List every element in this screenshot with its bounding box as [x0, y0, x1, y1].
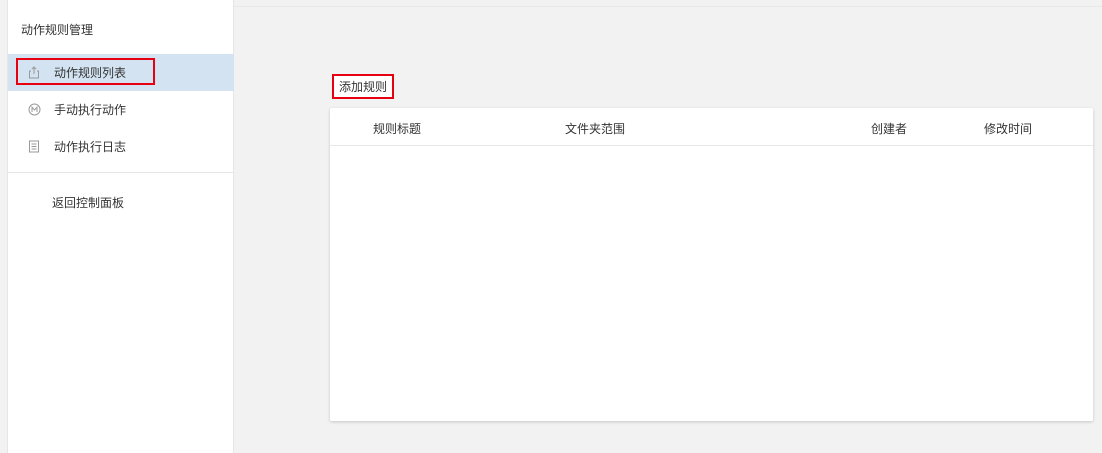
table-header: 规则标题 文件夹范围 创建者 修改时间 [330, 108, 1093, 146]
sidebar-item-label: 动作执行日志 [54, 140, 127, 154]
column-header-creator[interactable]: 创建者 [871, 120, 907, 137]
sidebar: 动作规则管理 动作规则列表 手动执行动作 动作执行日志 返回控制面板 [7, 0, 234, 453]
column-header-rule-title[interactable]: 规则标题 [373, 120, 421, 137]
header-divider [234, 6, 1102, 7]
back-to-dashboard-link[interactable]: 返回控制面板 [52, 194, 124, 211]
table-body [330, 146, 1093, 421]
sidebar-divider [8, 172, 234, 173]
sidebar-item-manual-execute[interactable]: 手动执行动作 [8, 91, 234, 128]
sidebar-item-label: 手动执行动作 [54, 103, 127, 117]
column-header-folder-scope[interactable]: 文件夹范围 [565, 120, 625, 137]
log-icon [27, 140, 41, 154]
sidebar-title: 动作规则管理 [21, 23, 94, 37]
column-header-modified-time[interactable]: 修改时间 [984, 120, 1032, 137]
add-rule-button[interactable]: 添加规则 [332, 74, 394, 99]
sidebar-item-execution-log[interactable]: 动作执行日志 [8, 128, 234, 165]
rules-table: 规则标题 文件夹范围 创建者 修改时间 [330, 108, 1093, 421]
active-item-highlight [16, 58, 155, 85]
circle-m-icon [27, 103, 41, 117]
